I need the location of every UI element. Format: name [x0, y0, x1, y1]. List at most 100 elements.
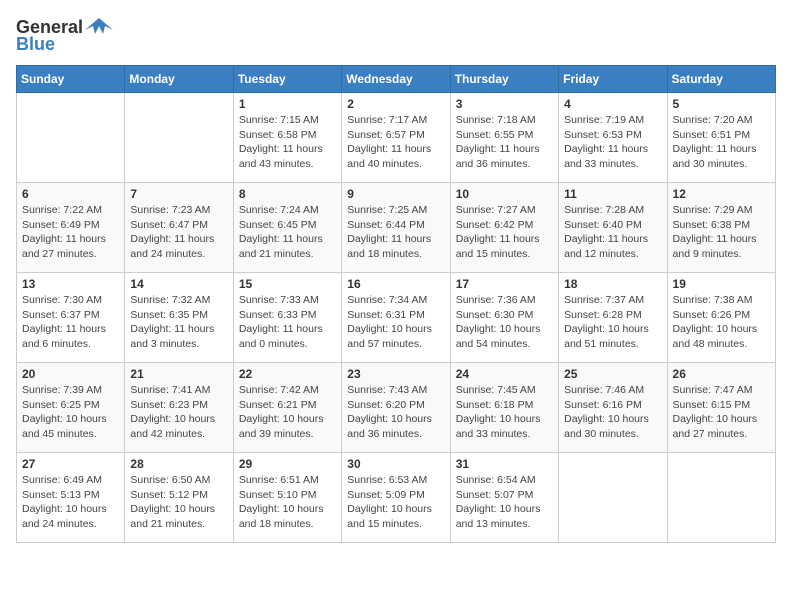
calendar-cell: 7 Sunrise: 7:23 AMSunset: 6:47 PMDayligh…	[125, 183, 233, 273]
day-number: 16	[347, 277, 444, 291]
page-header: General Blue	[16, 16, 776, 55]
day-sunrise: Sunrise: 6:51 AMSunset: 5:10 PMDaylight:…	[239, 474, 324, 530]
calendar-header: SundayMondayTuesdayWednesdayThursdayFrid…	[17, 66, 776, 93]
day-sunrise: Sunrise: 7:41 AMSunset: 6:23 PMDaylight:…	[130, 384, 215, 440]
day-sunrise: Sunrise: 7:42 AMSunset: 6:21 PMDaylight:…	[239, 384, 324, 440]
day-sunrise: Sunrise: 7:28 AMSunset: 6:40 PMDaylight:…	[564, 204, 648, 260]
calendar-cell: 20 Sunrise: 7:39 AMSunset: 6:25 PMDaylig…	[17, 363, 125, 453]
calendar-cell: 11 Sunrise: 7:28 AMSunset: 6:40 PMDaylig…	[559, 183, 667, 273]
day-sunrise: Sunrise: 6:49 AMSunset: 5:13 PMDaylight:…	[22, 474, 107, 530]
day-sunrise: Sunrise: 6:54 AMSunset: 5:07 PMDaylight:…	[456, 474, 541, 530]
weekday-header-tuesday: Tuesday	[233, 66, 341, 93]
day-number: 18	[564, 277, 661, 291]
weekday-header-thursday: Thursday	[450, 66, 558, 93]
day-sunrise: Sunrise: 6:53 AMSunset: 5:09 PMDaylight:…	[347, 474, 432, 530]
calendar-cell: 19 Sunrise: 7:38 AMSunset: 6:26 PMDaylig…	[667, 273, 775, 363]
day-number: 7	[130, 187, 227, 201]
calendar-cell: 12 Sunrise: 7:29 AMSunset: 6:38 PMDaylig…	[667, 183, 775, 273]
calendar-cell: 14 Sunrise: 7:32 AMSunset: 6:35 PMDaylig…	[125, 273, 233, 363]
calendar-cell: 26 Sunrise: 7:47 AMSunset: 6:15 PMDaylig…	[667, 363, 775, 453]
calendar-cell	[559, 453, 667, 543]
day-sunrise: Sunrise: 7:29 AMSunset: 6:38 PMDaylight:…	[673, 204, 757, 260]
day-number: 6	[22, 187, 119, 201]
weekday-header-saturday: Saturday	[667, 66, 775, 93]
day-number: 26	[673, 367, 770, 381]
logo-blue-text: Blue	[16, 34, 55, 55]
calendar-cell: 2 Sunrise: 7:17 AMSunset: 6:57 PMDayligh…	[342, 93, 450, 183]
day-sunrise: Sunrise: 7:34 AMSunset: 6:31 PMDaylight:…	[347, 294, 432, 350]
calendar-cell: 23 Sunrise: 7:43 AMSunset: 6:20 PMDaylig…	[342, 363, 450, 453]
day-sunrise: Sunrise: 7:30 AMSunset: 6:37 PMDaylight:…	[22, 294, 106, 350]
logo-bird-icon	[85, 16, 113, 38]
day-number: 9	[347, 187, 444, 201]
calendar-cell	[17, 93, 125, 183]
day-sunrise: Sunrise: 6:50 AMSunset: 5:12 PMDaylight:…	[130, 474, 215, 530]
day-sunrise: Sunrise: 7:19 AMSunset: 6:53 PMDaylight:…	[564, 114, 648, 170]
day-sunrise: Sunrise: 7:36 AMSunset: 6:30 PMDaylight:…	[456, 294, 541, 350]
calendar-cell: 28 Sunrise: 6:50 AMSunset: 5:12 PMDaylig…	[125, 453, 233, 543]
calendar-cell: 16 Sunrise: 7:34 AMSunset: 6:31 PMDaylig…	[342, 273, 450, 363]
day-sunrise: Sunrise: 7:23 AMSunset: 6:47 PMDaylight:…	[130, 204, 214, 260]
calendar-cell	[667, 453, 775, 543]
day-number: 20	[22, 367, 119, 381]
calendar-cell: 17 Sunrise: 7:36 AMSunset: 6:30 PMDaylig…	[450, 273, 558, 363]
day-sunrise: Sunrise: 7:37 AMSunset: 6:28 PMDaylight:…	[564, 294, 649, 350]
day-sunrise: Sunrise: 7:22 AMSunset: 6:49 PMDaylight:…	[22, 204, 106, 260]
calendar-week-row: 27 Sunrise: 6:49 AMSunset: 5:13 PMDaylig…	[17, 453, 776, 543]
calendar-cell: 18 Sunrise: 7:37 AMSunset: 6:28 PMDaylig…	[559, 273, 667, 363]
day-number: 29	[239, 457, 336, 471]
calendar-table: SundayMondayTuesdayWednesdayThursdayFrid…	[16, 65, 776, 543]
day-sunrise: Sunrise: 7:39 AMSunset: 6:25 PMDaylight:…	[22, 384, 107, 440]
calendar-cell: 13 Sunrise: 7:30 AMSunset: 6:37 PMDaylig…	[17, 273, 125, 363]
day-number: 2	[347, 97, 444, 111]
calendar-week-row: 13 Sunrise: 7:30 AMSunset: 6:37 PMDaylig…	[17, 273, 776, 363]
calendar-cell: 24 Sunrise: 7:45 AMSunset: 6:18 PMDaylig…	[450, 363, 558, 453]
day-sunrise: Sunrise: 7:33 AMSunset: 6:33 PMDaylight:…	[239, 294, 323, 350]
weekday-header-monday: Monday	[125, 66, 233, 93]
calendar-cell: 15 Sunrise: 7:33 AMSunset: 6:33 PMDaylig…	[233, 273, 341, 363]
day-sunrise: Sunrise: 7:17 AMSunset: 6:57 PMDaylight:…	[347, 114, 431, 170]
day-number: 8	[239, 187, 336, 201]
day-number: 25	[564, 367, 661, 381]
day-number: 19	[673, 277, 770, 291]
calendar-cell: 25 Sunrise: 7:46 AMSunset: 6:16 PMDaylig…	[559, 363, 667, 453]
day-number: 14	[130, 277, 227, 291]
day-number: 10	[456, 187, 553, 201]
day-number: 4	[564, 97, 661, 111]
day-sunrise: Sunrise: 7:24 AMSunset: 6:45 PMDaylight:…	[239, 204, 323, 260]
calendar-cell: 3 Sunrise: 7:18 AMSunset: 6:55 PMDayligh…	[450, 93, 558, 183]
day-number: 31	[456, 457, 553, 471]
calendar-cell: 9 Sunrise: 7:25 AMSunset: 6:44 PMDayligh…	[342, 183, 450, 273]
day-sunrise: Sunrise: 7:25 AMSunset: 6:44 PMDaylight:…	[347, 204, 431, 260]
calendar-cell: 5 Sunrise: 7:20 AMSunset: 6:51 PMDayligh…	[667, 93, 775, 183]
day-number: 3	[456, 97, 553, 111]
day-number: 24	[456, 367, 553, 381]
calendar-cell: 8 Sunrise: 7:24 AMSunset: 6:45 PMDayligh…	[233, 183, 341, 273]
day-sunrise: Sunrise: 7:47 AMSunset: 6:15 PMDaylight:…	[673, 384, 758, 440]
day-sunrise: Sunrise: 7:43 AMSunset: 6:20 PMDaylight:…	[347, 384, 432, 440]
calendar-week-row: 1 Sunrise: 7:15 AMSunset: 6:58 PMDayligh…	[17, 93, 776, 183]
calendar-cell	[125, 93, 233, 183]
day-number: 12	[673, 187, 770, 201]
calendar-cell: 1 Sunrise: 7:15 AMSunset: 6:58 PMDayligh…	[233, 93, 341, 183]
weekday-header-sunday: Sunday	[17, 66, 125, 93]
day-number: 22	[239, 367, 336, 381]
calendar-cell: 27 Sunrise: 6:49 AMSunset: 5:13 PMDaylig…	[17, 453, 125, 543]
day-number: 27	[22, 457, 119, 471]
calendar-cell: 6 Sunrise: 7:22 AMSunset: 6:49 PMDayligh…	[17, 183, 125, 273]
weekday-header-wednesday: Wednesday	[342, 66, 450, 93]
day-sunrise: Sunrise: 7:32 AMSunset: 6:35 PMDaylight:…	[130, 294, 214, 350]
calendar-cell: 31 Sunrise: 6:54 AMSunset: 5:07 PMDaylig…	[450, 453, 558, 543]
calendar-cell: 10 Sunrise: 7:27 AMSunset: 6:42 PMDaylig…	[450, 183, 558, 273]
day-sunrise: Sunrise: 7:38 AMSunset: 6:26 PMDaylight:…	[673, 294, 758, 350]
day-sunrise: Sunrise: 7:15 AMSunset: 6:58 PMDaylight:…	[239, 114, 323, 170]
day-sunrise: Sunrise: 7:46 AMSunset: 6:16 PMDaylight:…	[564, 384, 649, 440]
weekday-header-friday: Friday	[559, 66, 667, 93]
calendar-week-row: 20 Sunrise: 7:39 AMSunset: 6:25 PMDaylig…	[17, 363, 776, 453]
calendar-cell: 4 Sunrise: 7:19 AMSunset: 6:53 PMDayligh…	[559, 93, 667, 183]
calendar-cell: 30 Sunrise: 6:53 AMSunset: 5:09 PMDaylig…	[342, 453, 450, 543]
calendar-cell: 29 Sunrise: 6:51 AMSunset: 5:10 PMDaylig…	[233, 453, 341, 543]
day-number: 5	[673, 97, 770, 111]
day-number: 15	[239, 277, 336, 291]
day-sunrise: Sunrise: 7:18 AMSunset: 6:55 PMDaylight:…	[456, 114, 540, 170]
